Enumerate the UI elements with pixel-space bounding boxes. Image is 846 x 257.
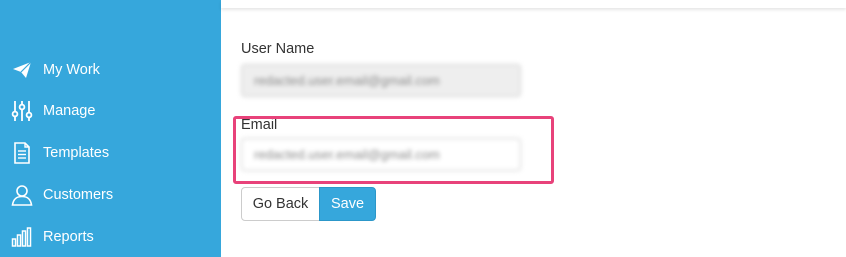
sidebar-item-manage[interactable]: Manage	[0, 95, 221, 127]
top-bar	[221, 0, 846, 8]
username-field	[241, 64, 521, 97]
go-back-button[interactable]: Go Back	[241, 187, 320, 221]
sliders-icon	[11, 100, 33, 122]
save-button[interactable]: Save	[319, 187, 376, 221]
sidebar-item-label: Manage	[43, 103, 96, 119]
username-label: User Name	[241, 41, 315, 57]
sidebar-item-customers[interactable]: Customers	[0, 179, 221, 211]
sidebar-item-label: Customers	[43, 187, 114, 203]
paper-plane-icon	[11, 59, 33, 81]
sidebar-item-label: Reports	[43, 229, 94, 245]
email-field[interactable]	[241, 138, 521, 171]
document-icon	[11, 142, 33, 164]
sidebar: My Work Manage Templates Customers Repor…	[0, 0, 221, 257]
bar-chart-icon	[11, 226, 33, 248]
sidebar-item-templates[interactable]: Templates	[0, 137, 221, 169]
email-label: Email	[241, 117, 278, 133]
account-form: User Name Email Go Back Save	[221, 8, 846, 257]
sidebar-item-reports[interactable]: Reports	[0, 221, 221, 253]
user-icon	[11, 184, 33, 206]
sidebar-item-label: Templates	[43, 145, 110, 161]
sidebar-item-my-work[interactable]: My Work	[0, 54, 221, 86]
sidebar-item-label: My Work	[43, 62, 100, 78]
